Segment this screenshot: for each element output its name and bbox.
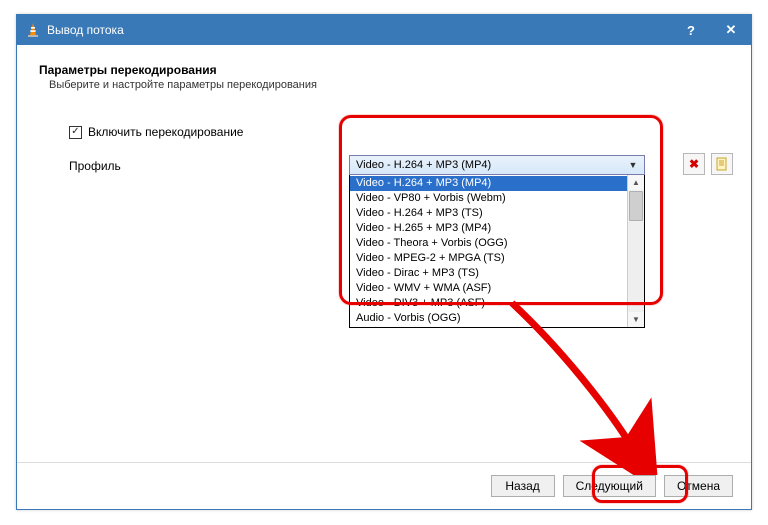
list-item[interactable]: Video - VP80 + Vorbis (Webm): [350, 191, 627, 206]
list-item[interactable]: Audio - Vorbis (OGG): [350, 311, 627, 326]
profile-selected-text: Video - H.264 + MP3 (MP4): [356, 159, 626, 171]
cancel-button[interactable]: Отмена: [664, 475, 733, 497]
back-button[interactable]: Назад: [491, 475, 555, 497]
scroll-thumb[interactable]: [629, 191, 643, 221]
list-item[interactable]: Video - DIV3 + MP3 (ASF): [350, 296, 627, 311]
window-title: Вывод потока: [47, 23, 124, 37]
list-item[interactable]: Video - H.265 + MP3 (MP4): [350, 221, 627, 236]
close-button[interactable]: ✕: [711, 15, 751, 45]
profile-dropdown-list: Video - H.264 + MP3 (MP4) Video - VP80 +…: [349, 175, 645, 328]
titlebar: Вывод потока ? ✕: [17, 15, 751, 45]
profile-toolbar: ✖: [655, 153, 733, 175]
dialog-window: Вывод потока ? ✕ Параметры перекодирован…: [16, 14, 752, 510]
list-item[interactable]: Video - MPEG-2 + MPGA (TS): [350, 251, 627, 266]
content-area: Параметры перекодирования Выберите и нас…: [17, 45, 751, 139]
list-item[interactable]: Video - H.264 + MP3 (TS): [350, 206, 627, 221]
scroll-up-icon[interactable]: ▲: [628, 175, 644, 190]
list-item[interactable]: Video - Theora + Vorbis (OGG): [350, 236, 627, 251]
enable-transcoding-label: Включить перекодирование: [88, 125, 243, 139]
vlc-cone-icon: [25, 22, 41, 38]
profile-options: Video - H.264 + MP3 (MP4) Video - VP80 +…: [350, 175, 627, 327]
next-button[interactable]: Следующий: [563, 475, 656, 497]
page-heading: Параметры перекодирования: [39, 63, 729, 77]
scroll-down-icon[interactable]: ▼: [628, 312, 644, 327]
page-subheading: Выберите и настройте параметры перекодир…: [49, 79, 729, 91]
delete-profile-button[interactable]: ✖: [683, 153, 705, 175]
new-profile-button[interactable]: [711, 153, 733, 175]
profile-label: Профиль: [69, 159, 121, 173]
help-button[interactable]: ?: [671, 15, 711, 45]
list-item[interactable]: Video - WMV + WMA (ASF): [350, 281, 627, 296]
profile-combobox[interactable]: Video - H.264 + MP3 (MP4) ▼: [349, 155, 645, 175]
new-document-icon: [715, 157, 729, 171]
dropdown-scrollbar[interactable]: ▲ ▼: [627, 175, 644, 327]
enable-transcoding-checkbox[interactable]: ✓: [69, 126, 82, 139]
profile-combo-wrap: Video - H.264 + MP3 (MP4) ▼ Video - H.26…: [349, 155, 645, 328]
list-item[interactable]: Video - H.264 + MP3 (MP4): [350, 176, 627, 191]
list-item[interactable]: Video - Dirac + MP3 (TS): [350, 266, 627, 281]
enable-transcoding-row: ✓ Включить перекодирование: [69, 125, 729, 139]
chevron-down-icon: ▼: [626, 160, 640, 170]
separator: [17, 462, 751, 463]
bottom-bar: Назад Следующий Отмена: [491, 475, 733, 497]
